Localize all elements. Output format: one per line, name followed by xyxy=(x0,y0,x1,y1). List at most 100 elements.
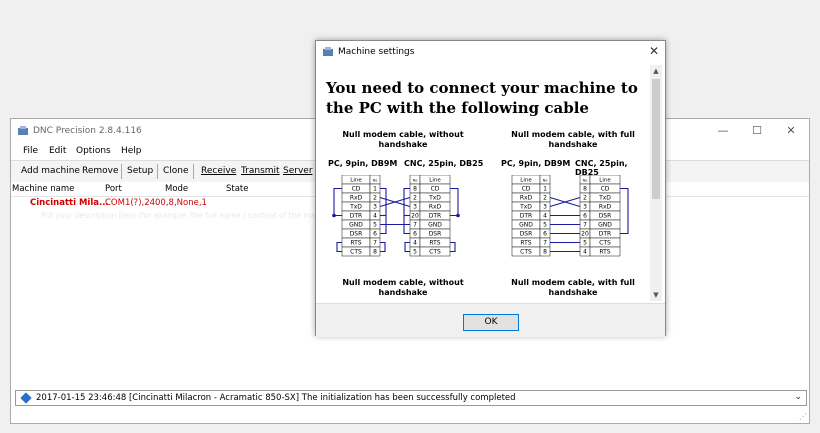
ok-button[interactable]: OK xyxy=(463,314,519,331)
col-state[interactable]: State xyxy=(226,184,249,194)
cnc-label-1: CNC, 25pin, DB25 xyxy=(404,159,484,168)
status-message: 2017-01-15 23:46:48 [Cincinatti Milacron… xyxy=(36,393,516,403)
line-label: RxD xyxy=(599,204,612,211)
line-label: DTR xyxy=(429,213,441,220)
line-label: DSR xyxy=(350,231,363,238)
line-label: RxD xyxy=(350,195,363,202)
pin-number: 7 xyxy=(583,222,587,229)
caption-no-handshake: Null modem cable, without handshake xyxy=(342,130,464,149)
machine-settings-dialog: Machine settings ✕ You need to connect y… xyxy=(315,40,666,337)
server-button[interactable]: Server xyxy=(283,166,313,176)
transmit-button[interactable]: Transmit xyxy=(241,166,280,176)
toolbar-separator xyxy=(121,164,122,179)
wire-outer-right xyxy=(450,187,459,217)
close-icon[interactable]: ✕ xyxy=(649,44,659,58)
wire-outer-right xyxy=(620,187,629,235)
header-label: No xyxy=(543,179,548,183)
line-label: TxD xyxy=(349,204,362,211)
dialog-titlebar[interactable]: Machine settings ✕ xyxy=(316,41,665,63)
header-label: No xyxy=(583,179,588,183)
pin-number: 2 xyxy=(413,195,417,202)
menu-help[interactable]: Help xyxy=(121,146,142,156)
pin-number: 8 xyxy=(583,186,587,193)
line-label: GND xyxy=(519,222,533,229)
menu-file[interactable]: File xyxy=(23,146,38,156)
col-mode[interactable]: Mode xyxy=(165,184,188,194)
line-label: TxD xyxy=(598,195,611,202)
pin-number: 4 xyxy=(543,213,547,220)
pin-number: 1 xyxy=(373,186,377,193)
line-label: CD xyxy=(601,186,610,193)
line-label: GND xyxy=(428,222,442,229)
line-label: RTS xyxy=(599,249,610,256)
header-label: Line xyxy=(350,178,362,184)
line-label: CTS xyxy=(599,240,611,247)
pin-number: 2 xyxy=(543,195,547,202)
main-title: DNC Precision 2.8.4.116 xyxy=(33,126,142,136)
wire-rts-cts-left xyxy=(380,241,386,253)
pin-number: 7 xyxy=(413,222,417,229)
line-label: CD xyxy=(431,186,440,193)
machine-port-cell: COM1(?),2400,8,None,1 xyxy=(105,198,207,208)
line-label: RTS xyxy=(520,240,531,247)
pc-label-2: PC, 9pin, DB9M xyxy=(501,159,571,168)
machine-name-cell: Cincinatti Mila... xyxy=(30,198,109,208)
info-diamond-icon xyxy=(20,392,32,404)
minimize-button[interactable]: — xyxy=(708,123,738,139)
pin-number: 6 xyxy=(583,213,587,220)
resize-grip-icon[interactable]: ⋰ xyxy=(799,412,807,421)
pin-number: 5 xyxy=(583,240,587,247)
cable-diagram-no-handshake: Line No No Line CD 1 8 CD RxD 2 2 TxD TxD 3 3 RxD DTR 4 20… xyxy=(332,175,460,257)
header-label: Line xyxy=(429,178,441,184)
col-machine-name[interactable]: Machine name xyxy=(12,184,74,194)
pin-number: 20 xyxy=(411,213,419,220)
line-label: CTS xyxy=(350,249,362,256)
wire-loop-left xyxy=(380,187,387,235)
scroll-down-icon[interactable]: ▼ xyxy=(650,289,662,301)
pin-number: 8 xyxy=(543,249,547,256)
app-icon xyxy=(323,47,333,56)
header-label: No xyxy=(373,179,378,183)
pin-number: 5 xyxy=(373,222,377,229)
wire-loop-right xyxy=(403,187,410,235)
line-label: DTR xyxy=(350,213,362,220)
pin-number: 4 xyxy=(413,240,417,247)
setup-button[interactable]: Setup xyxy=(127,166,153,176)
wire-outer-rts-right xyxy=(450,241,456,253)
line-label: DSR xyxy=(520,231,533,238)
scroll-thumb[interactable] xyxy=(652,79,660,199)
line-label: DTR xyxy=(520,213,532,220)
pin-number: 3 xyxy=(543,204,547,211)
line-label: TxD xyxy=(519,204,532,211)
pin-number: 4 xyxy=(373,213,377,220)
dialog-footer: OK xyxy=(316,303,665,337)
junction-dot xyxy=(332,213,336,218)
col-port[interactable]: Port xyxy=(105,184,122,194)
header-label: Line xyxy=(599,178,611,184)
status-log[interactable]: 2017-01-15 23:46:48 [Cincinatti Milacron… xyxy=(15,390,807,406)
menu-edit[interactable]: Edit xyxy=(49,146,66,156)
maximize-button[interactable]: ☐ xyxy=(742,123,772,139)
dialog-content: You need to connect your machine to the … xyxy=(318,65,648,301)
line-label: GND xyxy=(349,222,363,229)
caption-full-handshake: Null modem cable, with full handshake xyxy=(511,130,635,149)
pin-number: 4 xyxy=(583,249,587,256)
wire-rts-cts-right xyxy=(404,241,410,253)
dialog-scrollbar[interactable]: ▲ ▼ xyxy=(650,65,662,301)
chevron-down-icon[interactable]: ⌄ xyxy=(794,392,802,402)
remove-button[interactable]: Remove xyxy=(82,166,119,176)
clone-button[interactable]: Clone xyxy=(163,166,189,176)
headline-line-2: the PC with the following cable xyxy=(326,99,589,117)
receive-button[interactable]: Receive xyxy=(201,166,236,176)
scroll-up-icon[interactable]: ▲ xyxy=(650,65,662,77)
headline-line-1: You need to connect your machine to xyxy=(326,79,638,97)
add-machine-button[interactable]: Add machine xyxy=(21,166,80,176)
close-button[interactable]: ✕ xyxy=(776,123,806,139)
line-label: RxD xyxy=(429,204,442,211)
line-label: CTS xyxy=(429,249,441,256)
menu-options[interactable]: Options xyxy=(76,146,111,156)
wire-outer-left xyxy=(333,187,342,217)
toolbar-separator xyxy=(157,164,158,179)
line-label: DSR xyxy=(599,213,612,220)
caption-bottom-right: Null modem cable, with full handshake xyxy=(511,278,635,297)
